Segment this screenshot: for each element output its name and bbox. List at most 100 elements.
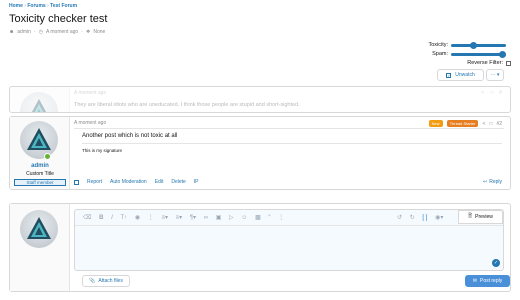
emoji-icon[interactable]: ☺ xyxy=(241,215,247,221)
post-reply-label: Post reply xyxy=(479,278,503,284)
post-main: admin Custom Title Staff member A moment… xyxy=(9,116,511,190)
more-text-icon[interactable]: ⋮ xyxy=(148,214,154,221)
avatar[interactable] xyxy=(20,121,58,159)
preview-label: Preview xyxy=(475,214,493,220)
breadcrumb: Home › Forums › Test Forum xyxy=(9,3,78,9)
more-options-button[interactable]: ··· ▾ xyxy=(486,69,504,81)
bbcode-icon[interactable]: [ ] xyxy=(422,215,427,221)
delete-link[interactable]: Delete xyxy=(171,179,185,185)
quote-icon[interactable]: “ xyxy=(268,215,270,221)
post-user-cell: admin Custom Title Staff member xyxy=(10,117,70,189)
draft-icon[interactable]: ◉▾ xyxy=(435,214,443,221)
thread-author[interactable]: admin xyxy=(17,29,31,35)
image-icon[interactable]: ▣ xyxy=(216,214,222,221)
paragraph-icon[interactable]: ¶▾ xyxy=(190,214,196,221)
reverse-filter-checkbox[interactable] xyxy=(506,60,511,66)
check-icon: ✓ xyxy=(446,72,452,78)
unwatch-label: Unwatch xyxy=(455,72,475,78)
spam-slider[interactable] xyxy=(451,50,506,58)
slider-thumb[interactable] xyxy=(470,41,478,49)
check-circle-icon: ✓ xyxy=(492,259,500,267)
post-text: They are liberal idiots who are uneducat… xyxy=(74,102,300,108)
bold-icon[interactable]: B xyxy=(99,215,103,221)
avatar[interactable] xyxy=(20,92,58,112)
unwatch-button[interactable]: ✓ Unwatch xyxy=(437,69,484,81)
post-reply-button[interactable]: ✉ Post reply xyxy=(465,275,510,287)
gif-icon[interactable]: ▩ xyxy=(255,214,261,221)
user-icon: ☻ xyxy=(9,29,15,35)
post-time[interactable]: A moment ago xyxy=(74,120,106,126)
online-status-icon xyxy=(44,153,51,160)
breadcrumb-test-forum[interactable]: Test Forum xyxy=(50,3,77,9)
toxicity-slider[interactable] xyxy=(451,41,506,49)
reply-textarea[interactable] xyxy=(77,227,501,269)
quick-reply: ⌫ B I T↑ ◉ ⋮ ≡▾ ≡▾ ¶▾ ∞ ▣ ▷ ☺ ▩ “ ⋮ ↺ ↻ … xyxy=(9,203,511,292)
undo-icon[interactable]: ↺ xyxy=(397,214,402,221)
list-icon[interactable]: ≡▾ xyxy=(161,214,168,221)
reverse-filter-control: Reverse Filter: xyxy=(467,60,511,66)
toxicity-control: Toxicity: xyxy=(428,41,506,49)
media-icon[interactable]: ▷ xyxy=(229,214,234,221)
attach-files-button[interactable]: 📎 Attach files xyxy=(82,275,130,287)
preview-icon: 🖹 xyxy=(468,213,473,219)
post-actions: Report Auto Moderation Edit Delete IP xyxy=(74,179,207,185)
eraser-icon[interactable]: ⌫ xyxy=(83,214,91,221)
reverse-filter-label: Reverse Filter: xyxy=(467,60,503,66)
post-number[interactable]: #2 xyxy=(496,121,502,127)
thread-meta: ☻ admin · ◷ A moment ago · ❖ None xyxy=(9,29,105,35)
ip-link[interactable]: IP xyxy=(194,179,199,185)
bookmark-icon[interactable]: □ xyxy=(489,121,492,127)
thread-tags: None xyxy=(93,29,106,35)
more-options-label: ··· ▾ xyxy=(490,72,500,78)
post-number-icon[interactable]: # xyxy=(499,90,502,96)
report-link[interactable]: Report xyxy=(87,179,102,185)
reply-button[interactable]: ↩ Reply xyxy=(483,179,502,185)
attach-files-label: Attach files xyxy=(98,278,123,284)
auto-moderation-link[interactable]: Auto Moderation xyxy=(110,179,147,185)
toxicity-label: Toxicity: xyxy=(428,42,448,48)
reply-bubble-icon: ✉ xyxy=(472,278,477,284)
link-icon[interactable]: ∞ xyxy=(204,215,208,221)
select-post-checkbox[interactable] xyxy=(74,179,79,185)
divider xyxy=(75,225,503,226)
dot-separator: · xyxy=(81,29,83,35)
italic-icon[interactable]: I xyxy=(111,215,113,221)
share-icon[interactable]: < xyxy=(482,121,485,127)
divider xyxy=(82,143,502,144)
redo-icon[interactable]: ↻ xyxy=(410,214,415,221)
reply-icon: ↩ xyxy=(483,179,488,185)
breadcrumb-home[interactable]: Home xyxy=(9,3,23,9)
new-badge: New xyxy=(428,120,443,127)
slider-thumb[interactable] xyxy=(499,50,506,58)
avatar-logo-icon xyxy=(27,217,51,239)
post-username[interactable]: admin xyxy=(10,163,70,169)
user-title: Custom Title xyxy=(26,171,54,177)
divider xyxy=(74,128,504,129)
thread-time[interactable]: A moment ago xyxy=(46,29,78,35)
editor-toolbar-right: ↺ ↻ [ ] ◉▾ xyxy=(397,214,449,221)
reply-editor: ⌫ B I T↑ ◉ ⋮ ≡▾ ≡▾ ¶▾ ∞ ▣ ▷ ☺ ▩ “ ⋮ ↺ ↻ … xyxy=(74,209,504,271)
paperclip-icon: 📎 xyxy=(89,278,96,284)
post-signature: This is my signature xyxy=(82,148,123,153)
clock-icon: ◷ xyxy=(38,29,43,35)
spam-label: Spam: xyxy=(432,51,448,57)
post-time[interactable]: A moment ago xyxy=(74,90,106,96)
bookmark-icon[interactable]: □ xyxy=(490,90,493,96)
insert-icon[interactable]: ⋮ xyxy=(278,214,284,221)
text-size-icon[interactable]: T↑ xyxy=(121,215,128,221)
preview-button[interactable]: 🖹 Preview xyxy=(458,210,503,224)
avatar-logo-icon xyxy=(27,128,51,150)
reply-label: Reply xyxy=(489,179,502,185)
post-user-cell xyxy=(10,87,70,112)
align-icon[interactable]: ≡▾ xyxy=(176,214,183,221)
staff-badge: Staff member xyxy=(14,179,66,186)
editor-toolbar: ⌫ B I T↑ ◉ ⋮ ≡▾ ≡▾ ¶▾ ∞ ▣ ▷ ☺ ▩ “ ⋮ xyxy=(83,214,290,221)
reply-user-cell xyxy=(10,204,70,291)
edit-link[interactable]: Edit xyxy=(155,179,164,185)
color-icon[interactable]: ◉ xyxy=(135,214,140,221)
breadcrumb-forums[interactable]: Forums xyxy=(27,3,45,9)
spam-control: Spam: xyxy=(432,50,506,58)
avatar xyxy=(20,210,58,248)
thread-starter-badge: Thread Starter xyxy=(446,120,479,127)
share-icon[interactable]: < xyxy=(481,90,484,96)
